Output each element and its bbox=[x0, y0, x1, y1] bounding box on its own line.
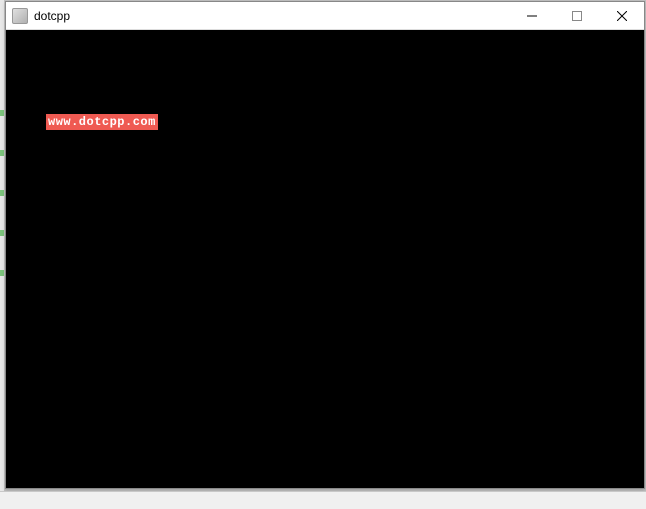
minimize-icon bbox=[527, 11, 537, 21]
client-area: www.dotcpp.com bbox=[6, 30, 644, 488]
window-titlebar[interactable]: dotcpp bbox=[6, 2, 644, 30]
application-window: dotcpp www.dotcpp.com bbox=[5, 1, 645, 489]
maximize-icon bbox=[572, 11, 582, 21]
maximize-button[interactable] bbox=[554, 2, 599, 30]
window-controls bbox=[509, 2, 644, 29]
close-button[interactable] bbox=[599, 2, 644, 30]
minimize-button[interactable] bbox=[509, 2, 554, 30]
taskbar-strip bbox=[0, 491, 646, 509]
output-text: www.dotcpp.com bbox=[46, 114, 158, 130]
window-title: dotcpp bbox=[34, 9, 509, 23]
left-artifact-edge bbox=[0, 0, 4, 509]
app-icon bbox=[12, 8, 28, 24]
close-icon bbox=[617, 11, 627, 21]
